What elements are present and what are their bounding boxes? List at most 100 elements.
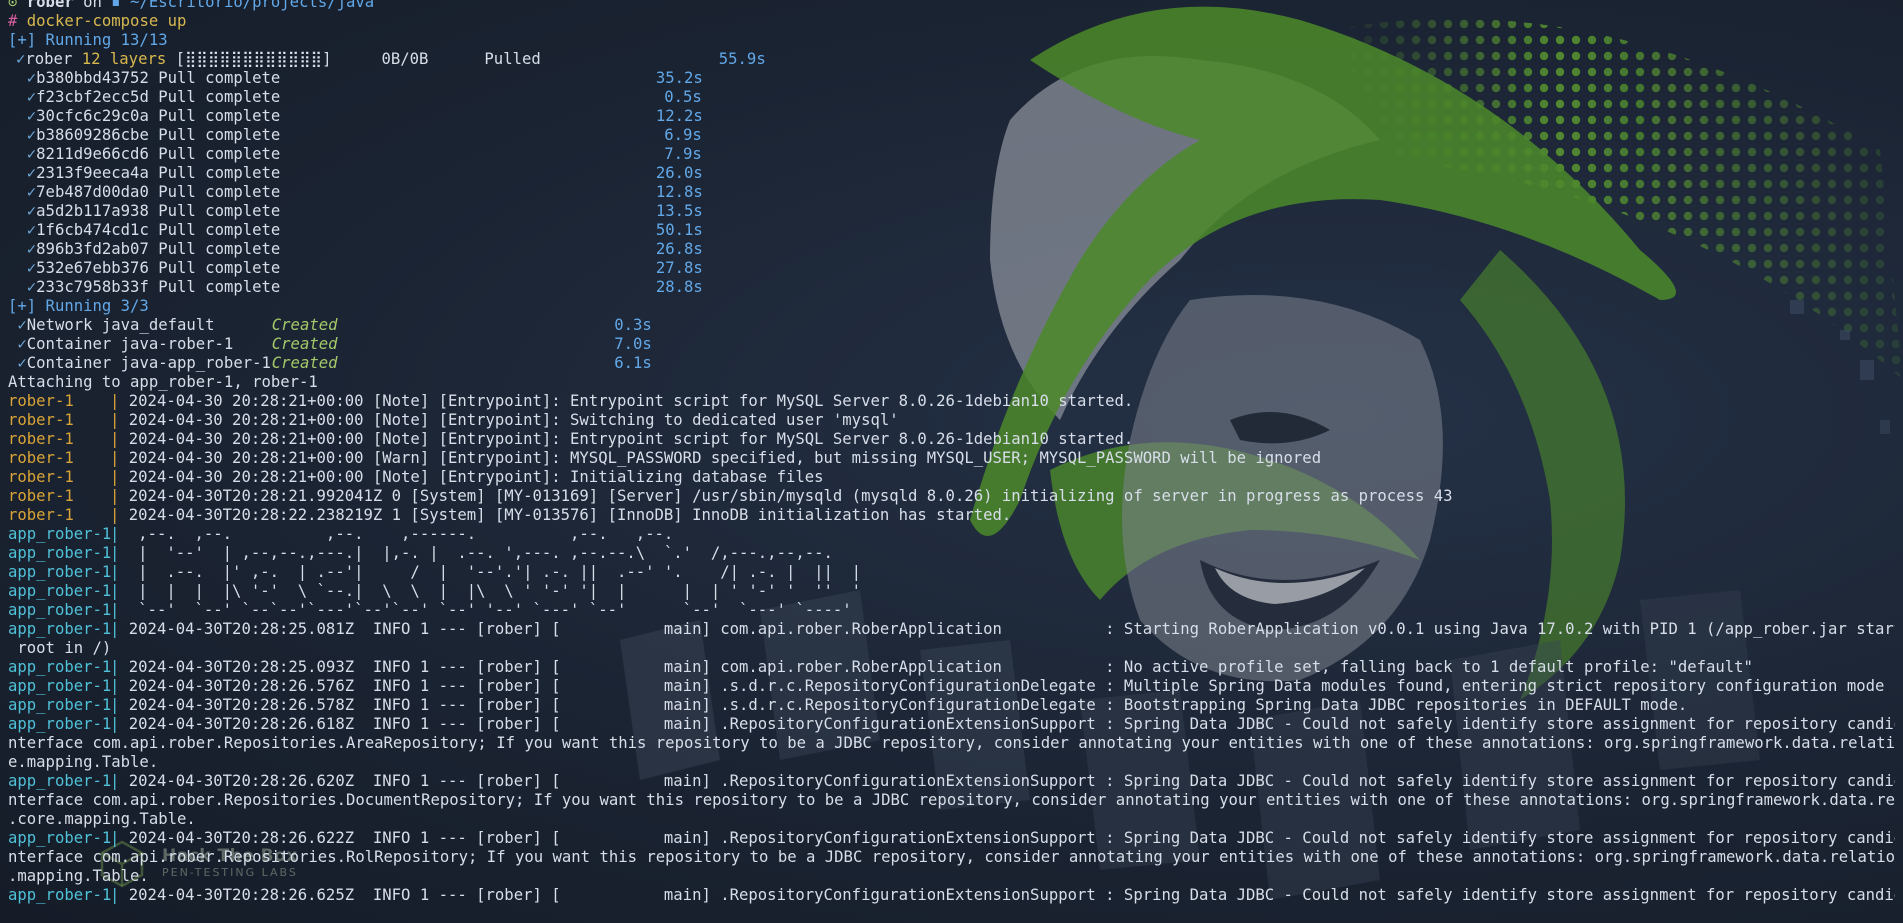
log-line: .mapping.Table.	[8, 867, 1895, 886]
layer-indent	[8, 164, 27, 182]
log-message: | .--. |' ,-. | .--'| / | '--'.'| .-. ||…	[128, 563, 862, 581]
create-running-status: [+] Running 3/3	[8, 297, 149, 315]
layer-id: 2313f9eeca4a	[36, 164, 149, 182]
layer-id: 1f6cb474cd1c	[36, 221, 149, 239]
layer-id: a5d2b117a938	[36, 202, 149, 220]
log-message: 2024-04-30 20:28:21+00:00 [Note] [Entryp…	[128, 430, 1134, 448]
log-list: rober-1 | 2024-04-30 20:28:21+00:00 [Not…	[8, 392, 1895, 905]
terminal-output[interactable]: ⊙ rober on ▪ ~/Escritorio/projects/java …	[8, 0, 1895, 905]
check-icon: ✓	[26, 202, 37, 220]
log-line: app_rober-1 | | .--. |' ,-. | .--'| / | …	[8, 563, 1895, 582]
layer-indent	[8, 69, 27, 87]
layer-status: Pull complete	[158, 278, 281, 296]
image-time: 55.9s	[718, 50, 766, 68]
log-service-name: app_rober-1	[8, 829, 131, 847]
create-name: Container java-rober-1	[26, 335, 234, 353]
log-message: 2024-04-30T20:28:26.620Z INFO 1 --- [rob…	[128, 772, 1895, 790]
check-icon: ✓	[26, 259, 37, 277]
prompt-on: on	[83, 0, 102, 11]
log-separator: |	[110, 430, 129, 448]
layer-indent	[8, 88, 27, 106]
log-line: rober-1 | 2024-04-30 20:28:21+00:00 [Not…	[8, 468, 1895, 487]
log-service-name: rober-1	[8, 430, 131, 448]
layer-id: 896b3fd2ab07	[36, 240, 149, 258]
log-line: app_rober-1 | 2024-04-30T20:28:26.578Z I…	[8, 696, 1895, 715]
create-time: 0.3s	[614, 316, 652, 334]
log-separator: |	[110, 677, 129, 695]
log-line: app_rober-1 | | | | |\ '-' \ `--.| \ \ |…	[8, 582, 1895, 601]
log-message: 2024-04-30T20:28:22.238219Z 1 [System] […	[128, 506, 1012, 524]
layer-time: 7.9s	[664, 145, 702, 163]
create-status: Created	[271, 316, 338, 334]
log-message: .core.mapping.Table.	[8, 810, 196, 828]
log-service-name: app_rober-1	[8, 696, 131, 714]
log-separator: |	[110, 525, 129, 543]
log-line: rober-1 | 2024-04-30 20:28:21+00:00 [War…	[8, 449, 1895, 468]
log-service-name: app_rober-1	[8, 601, 131, 619]
layer-status: Pull complete	[158, 202, 281, 220]
layer-status: Pull complete	[158, 164, 281, 182]
check-icon: ✓	[26, 221, 37, 239]
log-service-name: rober-1	[8, 449, 131, 467]
log-separator: |	[110, 544, 129, 562]
layer-status: Pull complete	[158, 69, 281, 87]
log-message: | | | |\ '-' \ `--.| \ \ | |\ \ ' '-' '|…	[128, 582, 862, 600]
layer-time: 12.8s	[655, 183, 703, 201]
log-service-name: rober-1	[8, 411, 131, 429]
create-row: ✓Container java-rober-1 Created 7.0s	[8, 335, 1895, 354]
log-separator: |	[110, 506, 129, 524]
log-message: 2024-04-30 20:28:21+00:00 [Note] [Entryp…	[128, 392, 1134, 410]
image-status: Pulled	[484, 50, 541, 68]
layer-id: b380bbd43752	[36, 69, 149, 87]
log-line: rober-1 | 2024-04-30 20:28:21+00:00 [Not…	[8, 392, 1895, 411]
log-message: | '--' | ,--,--.,---.| |,-. | .--. ',---…	[128, 544, 833, 562]
log-line: app_rober-1 | 2024-04-30T20:28:26.620Z I…	[8, 772, 1895, 791]
log-message: 2024-04-30T20:28:26.625Z INFO 1 --- [rob…	[128, 886, 1895, 904]
layer-row: ✓1f6cb474cd1c Pull complete 50.1s	[8, 221, 1895, 240]
layer-row: ✓b380bbd43752 Pull complete 35.2s	[8, 69, 1895, 88]
create-time: 7.0s	[614, 335, 652, 353]
layer-indent	[8, 107, 27, 125]
prompt-path: ~/Escritorio/projects/java	[130, 0, 375, 11]
layer-time: 28.8s	[655, 278, 703, 296]
log-line: app_rober-1 | 2024-04-30T20:28:26.576Z I…	[8, 677, 1895, 696]
check-icon: ✓	[26, 88, 37, 106]
log-service-name: app_rober-1	[8, 677, 131, 695]
create-name: Network java_default	[26, 316, 215, 334]
terminal-window[interactable]: Hack The Box PEN-TESTING LABS ⊙ rober on…	[0, 0, 1903, 923]
create-indent	[8, 316, 17, 334]
layer-row: ✓a5d2b117a938 Pull complete 13.5s	[8, 202, 1895, 221]
check-icon: ✓	[26, 126, 37, 144]
layer-status: Pull complete	[158, 107, 281, 125]
command-text: docker-compose up	[26, 12, 187, 30]
layer-id: 532e67ebb376	[36, 259, 149, 277]
log-line: .core.mapping.Table.	[8, 810, 1895, 829]
create-row: ✓Network java_default Created 0.3s	[8, 316, 1895, 335]
log-line: nterface com.api.rober.Repositories.RolR…	[8, 848, 1895, 867]
log-line: app_rober-1 | `--' `--' `--`--'`---'`--'…	[8, 601, 1895, 620]
check-icon: ✓	[26, 240, 37, 258]
log-separator: |	[110, 696, 129, 714]
log-message: 2024-04-30T20:28:25.081Z INFO 1 --- [rob…	[128, 620, 1895, 638]
log-separator: |	[110, 658, 129, 676]
create-status: Created	[271, 354, 338, 372]
pull-running-status: [+] Running 13/13	[8, 31, 168, 49]
layer-indent	[8, 221, 27, 239]
layer-status: Pull complete	[158, 221, 281, 239]
log-service-name: app_rober-1	[8, 620, 131, 638]
log-message: 2024-04-30T20:28:25.093Z INFO 1 --- [rob…	[128, 658, 1753, 676]
log-service-name: rober-1	[8, 506, 131, 524]
layer-id: 8211d9e66cd6	[36, 145, 149, 163]
check-icon: ✓	[26, 183, 37, 201]
command-line: # docker-compose up	[8, 12, 1895, 31]
prompt-user: rober	[26, 0, 74, 11]
layer-list: ✓b380bbd43752 Pull complete 35.2s ✓f23cb…	[8, 69, 1895, 297]
log-line: app_rober-1 | 2024-04-30T20:28:26.625Z I…	[8, 886, 1895, 905]
log-line: nterface com.api.rober.Repositories.Docu…	[8, 791, 1895, 810]
log-line: rober-1 | 2024-04-30T20:28:22.238219Z 1 …	[8, 506, 1895, 525]
check-icon: ✓	[26, 107, 37, 125]
layer-status: Pull complete	[158, 240, 281, 258]
layer-indent	[8, 126, 27, 144]
log-message: 2024-04-30 20:28:21+00:00 [Note] [Entryp…	[128, 468, 824, 486]
layer-time: 35.2s	[655, 69, 703, 87]
